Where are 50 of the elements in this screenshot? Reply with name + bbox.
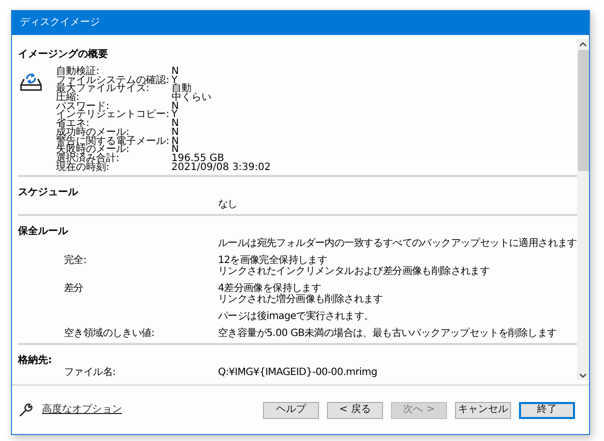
setting-label: パスワード: <box>56 102 110 110</box>
setting-label: 圧縮: <box>56 93 80 102</box>
schedule-value: なし <box>218 199 238 210</box>
storage-value: Q:¥IMG¥{IMAGEID}-00-00.mrimg <box>218 367 378 378</box>
rule-text: 4差分画像を保持します <box>218 283 322 294</box>
setting-value: N <box>171 145 179 154</box>
section-heading: イメージングの概要 <box>18 48 108 61</box>
dialog-button[interactable]: 終了 <box>519 402 575 418</box>
setting-value: N <box>171 136 180 146</box>
setting-label: 省エネ: <box>56 119 90 128</box>
setting-value: 自動 <box>171 84 192 94</box>
section-heading: スケジュール <box>18 186 78 200</box>
setting-value: Y <box>171 110 178 120</box>
setting-value: 196.55 GB <box>171 154 224 163</box>
rule-label: 空き領域のしきい値: <box>64 328 156 340</box>
setting-value: 中くらい <box>171 93 212 102</box>
wrench-icon <box>18 402 34 418</box>
setting-value: Y <box>171 76 178 84</box>
setting-label: 警告に関する電子メール: <box>56 136 170 146</box>
scrollbar[interactable] <box>577 39 589 380</box>
scrollbar-thumb[interactable] <box>578 50 588 171</box>
setting-label: ファイルシステムの確認: <box>56 76 170 84</box>
setting-label: 失敗時のメール: <box>56 145 130 154</box>
dialog-button[interactable]: < 戻る <box>327 402 383 418</box>
setting-label: 自動検証: <box>56 67 100 76</box>
rule-text: リンクされたインクリメンタルおよび差分画像も削除されます <box>218 266 491 278</box>
setting-label: 成功時のメール: <box>56 128 130 136</box>
rule-label: 完全: <box>64 255 88 266</box>
setting-value: N <box>171 119 180 128</box>
rule-text: パージは後imageで実行されます。 <box>218 311 375 322</box>
rule-text: 空き容量が5.00 GB未満の場合は、最も古いバックアップセットを削除します <box>218 328 558 340</box>
setting-label: 選択済み合計: <box>56 154 120 163</box>
disk-refresh-icon <box>20 71 42 91</box>
rule-label: 差分 <box>64 283 84 294</box>
dialog-button[interactable]: ヘルプ <box>263 402 319 418</box>
setting-label: 現在の時刻: <box>56 162 110 172</box>
storage-label: ファイル名: <box>64 367 117 378</box>
dialog-button[interactable]: キャンセル <box>455 402 511 418</box>
rule-text: リンクされた増分画像も削除されます <box>218 294 384 306</box>
setting-value: N <box>171 67 180 76</box>
section-heading: 格納先: <box>18 354 52 368</box>
section-heading: 保全ルール <box>18 225 68 238</box>
setting-label: インテリジェントコピー: <box>56 110 170 120</box>
window-title: ディスクイメージ <box>20 17 100 29</box>
setting-value: N <box>171 102 179 110</box>
retention-note: ルールは宛先フォルダー内の一致するすべてのバックアップセットに適用されます <box>218 238 577 250</box>
setting-value: 2021/09/08 3:39:02 <box>171 162 271 172</box>
setting-value: N <box>171 128 180 136</box>
rule-text: 12を画像完全保持します <box>218 255 328 266</box>
setting-label: 最大ファイルサイズ: <box>56 84 150 94</box>
